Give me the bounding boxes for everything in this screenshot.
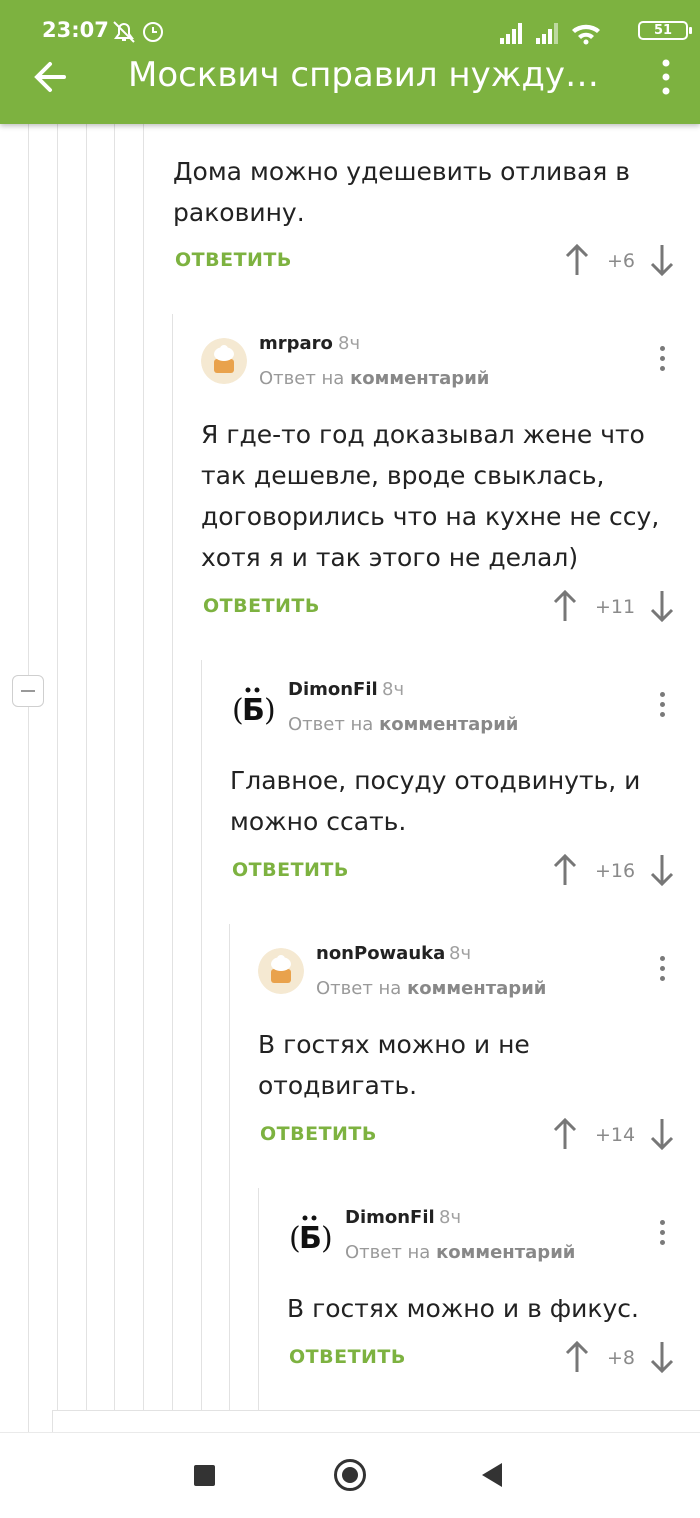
upvote-arrow-icon[interactable] xyxy=(553,1117,577,1151)
reply-to-link[interactable]: комментарий xyxy=(407,978,546,999)
thread-line xyxy=(229,924,230,1410)
reply-button[interactable]: ОТВЕТИТЬ xyxy=(289,1346,406,1368)
reply-to-label: Ответ на комментарий xyxy=(316,978,547,999)
comment-author[interactable]: nonPowauka xyxy=(316,943,445,964)
upvote-arrow-icon[interactable] xyxy=(565,243,589,277)
system-nav-bar xyxy=(0,1432,700,1518)
thread-line xyxy=(258,1188,259,1410)
reply-to-label: Ответ на комментарий xyxy=(345,1242,576,1263)
thread-line xyxy=(86,124,87,1410)
downvote-arrow-icon[interactable] xyxy=(650,1340,674,1374)
back-arrow-icon[interactable] xyxy=(30,56,72,98)
comment-score: +8 xyxy=(607,1347,636,1369)
comment-text: В гостях можно и не отодвигать. xyxy=(258,1030,530,1100)
comment-time: 8ч xyxy=(382,679,405,700)
comment-author[interactable]: mrparo xyxy=(259,333,333,354)
comment-text: Главное, посуду отодвинуть, и можно ссат… xyxy=(230,766,641,836)
comment-menu-icon[interactable] xyxy=(657,692,667,722)
comment-time: 8ч xyxy=(449,943,472,964)
comment-author[interactable]: DimonFil xyxy=(345,1207,435,1228)
comment-score: +6 xyxy=(607,250,636,272)
downvote-arrow-icon[interactable] xyxy=(650,589,674,623)
thread-line xyxy=(28,707,29,1432)
recents-button[interactable] xyxy=(194,1465,215,1486)
comment-text: Дома можно удешевить отливая в раковину. xyxy=(173,157,631,227)
reply-button[interactable]: ОТВЕТИТЬ xyxy=(203,595,320,617)
app-header: 23:07 51 Москвич справил нужду в... xyxy=(0,0,700,124)
comment-author[interactable]: DimonFil xyxy=(288,679,378,700)
svg-text:Б: Б xyxy=(242,693,265,728)
comment-menu-icon[interactable] xyxy=(657,956,667,986)
system-back-button[interactable] xyxy=(482,1463,502,1487)
thread-line xyxy=(28,124,29,675)
svg-text:Б: Б xyxy=(299,1221,322,1256)
comment-menu-icon[interactable] xyxy=(657,1220,667,1250)
svg-text:): ) xyxy=(264,693,276,728)
avatar[interactable] xyxy=(201,338,247,384)
reply-to-link[interactable]: комментарий xyxy=(350,368,489,389)
thread-line xyxy=(201,660,202,1410)
thread-line xyxy=(172,314,173,1410)
reply-to-label: Ответ на комментарий xyxy=(288,714,519,735)
thread-line xyxy=(143,124,144,1410)
page-title: Москвич справил нужду в... xyxy=(128,55,608,95)
comment-score: +16 xyxy=(595,860,636,882)
mute-alarm-icons xyxy=(113,21,163,43)
status-time: 23:07 xyxy=(42,18,109,42)
comment-menu-icon[interactable] xyxy=(657,346,667,376)
home-button[interactable] xyxy=(334,1459,366,1491)
avatar[interactable]: ( ) Б xyxy=(230,684,276,730)
reply-to-link[interactable]: комментарий xyxy=(379,714,518,735)
upvote-arrow-icon[interactable] xyxy=(565,1340,589,1374)
downvote-arrow-icon[interactable] xyxy=(650,1117,674,1151)
avatar[interactable] xyxy=(258,948,304,994)
downvote-arrow-icon[interactable] xyxy=(650,853,674,887)
avatar[interactable]: ( ) Б xyxy=(287,1212,333,1258)
upvote-arrow-icon[interactable] xyxy=(553,589,577,623)
reply-button[interactable]: ОТВЕТИТЬ xyxy=(232,859,349,881)
battery-indicator: 51 xyxy=(638,21,692,40)
downvote-arrow-icon[interactable] xyxy=(650,243,674,277)
comment-text: Я где-то год доказывал жене что так деше… xyxy=(201,420,660,572)
comment-time: 8ч xyxy=(439,1207,462,1228)
comment-text: В гостях можно и в фикус. xyxy=(287,1294,639,1323)
thread-line xyxy=(57,124,58,1410)
reply-button[interactable]: ОТВЕТИТЬ xyxy=(260,1123,377,1145)
thread-line xyxy=(114,124,115,1410)
reply-button[interactable]: ОТВЕТИТЬ xyxy=(175,249,292,271)
collapse-thread-button[interactable] xyxy=(12,675,44,707)
reply-to-link[interactable]: комментарий xyxy=(436,1242,575,1263)
next-comment-card xyxy=(52,1410,700,1433)
svg-text:): ) xyxy=(321,1221,333,1256)
reply-to-label: Ответ на комментарий xyxy=(259,368,490,389)
comment-score: +14 xyxy=(595,1124,636,1146)
upvote-arrow-icon[interactable] xyxy=(553,853,577,887)
comment-time: 8ч xyxy=(338,333,361,354)
comment-score: +11 xyxy=(595,596,636,618)
more-options-icon[interactable] xyxy=(658,58,674,96)
